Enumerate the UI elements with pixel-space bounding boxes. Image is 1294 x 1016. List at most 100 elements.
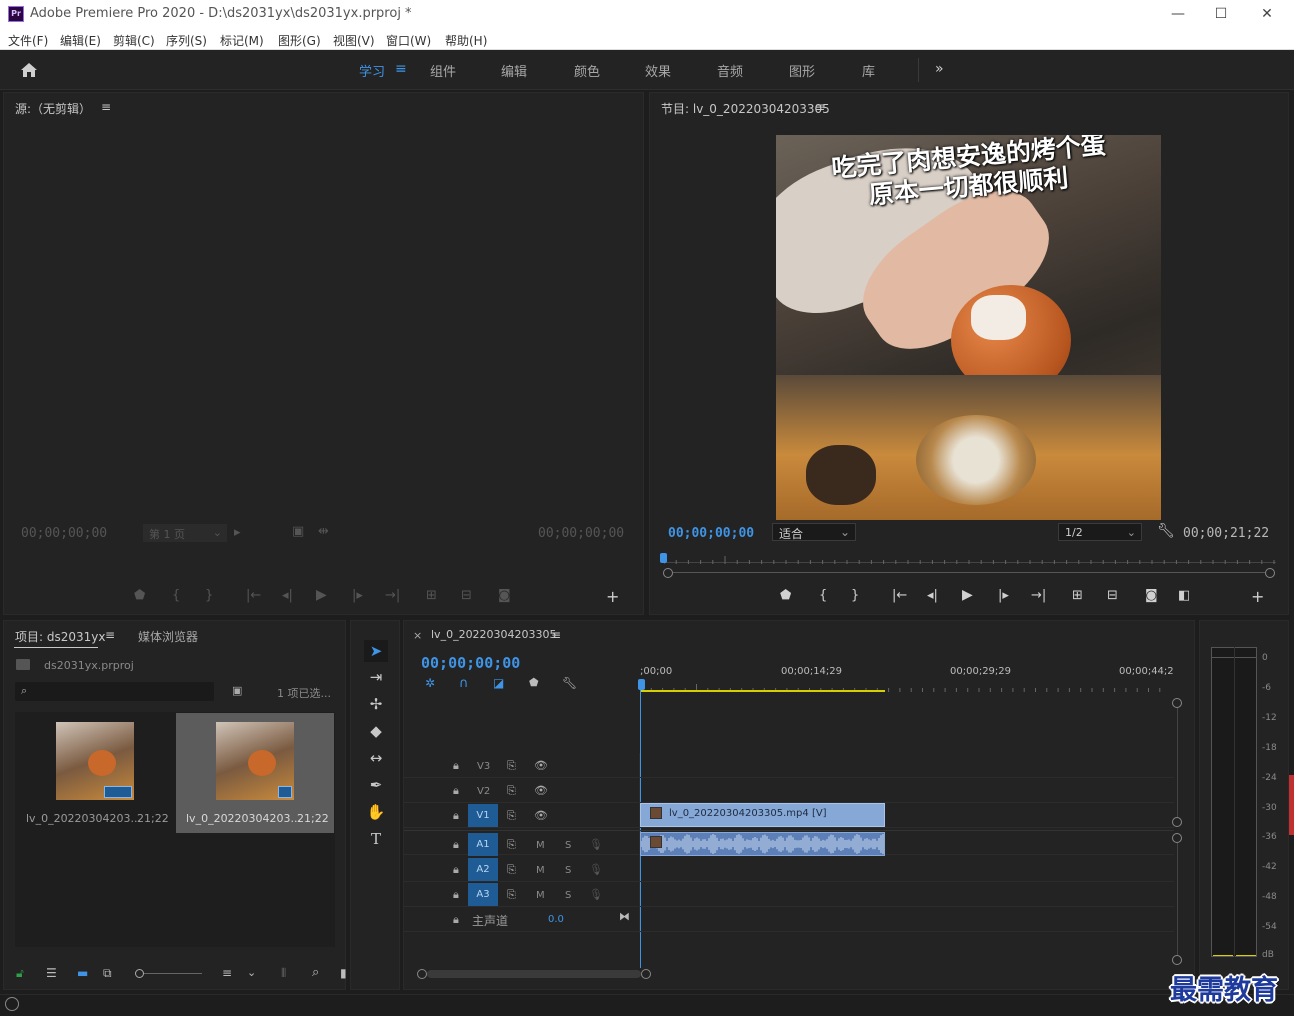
sync-lock-icon[interactable]: ⎘ xyxy=(507,888,516,902)
menu-sequence[interactable]: 序列(S) xyxy=(166,32,207,49)
mute-button[interactable]: M xyxy=(536,840,545,851)
menu-clip[interactable]: 剪辑(C) xyxy=(113,32,155,49)
mark-in-icon[interactable]: { xyxy=(172,588,180,603)
sync-lock-icon[interactable]: ⎘ xyxy=(507,838,516,852)
tab-project[interactable]: 项目: ds2031yx xyxy=(15,628,105,645)
workspace-graphics[interactable]: 图形 xyxy=(789,61,815,80)
project-item-name[interactable]: lv_0_20220304203... xyxy=(26,812,141,825)
automate-icon[interactable]: ⦀ xyxy=(281,966,286,981)
nest-icon[interactable]: ✲ xyxy=(425,676,435,690)
overwrite-icon[interactable]: ⊟ xyxy=(461,588,472,603)
solo-button[interactable]: S xyxy=(565,865,571,876)
sync-lock-icon[interactable]: ⎘ xyxy=(507,809,516,823)
workspace-libraries[interactable]: 库 xyxy=(862,61,875,80)
tab-media-browser[interactable]: 媒体浏览器 xyxy=(138,628,198,645)
step-back-icon[interactable]: ◂| xyxy=(927,588,938,603)
horizontal-scrollbar[interactable] xyxy=(427,970,641,978)
add-marker-icon[interactable]: ⬟ xyxy=(780,588,791,603)
source-timecode[interactable]: 00;00;00;00 xyxy=(21,526,107,541)
video-clip[interactable]: lv_0_20220304203305.mp4 [V] xyxy=(640,803,885,827)
timeline-playhead[interactable] xyxy=(638,679,645,690)
track-target-a1[interactable]: A1 xyxy=(468,833,498,856)
wrench-icon[interactable]: 🔧︎ xyxy=(562,676,577,690)
freeform-view-icon[interactable]: ⧉ xyxy=(103,966,112,981)
horizontal-scroll-handle-left[interactable] xyxy=(417,969,427,979)
vertical-scroll-handle-bottom[interactable] xyxy=(1172,817,1182,827)
source-panel-title[interactable]: 源:（无剪辑） xyxy=(15,100,91,117)
insert-small-icon[interactable]: ⇹ xyxy=(318,524,329,539)
ripple-edit-tool-icon[interactable]: ✢ xyxy=(364,693,388,715)
track-target-a2[interactable]: A2 xyxy=(468,858,498,881)
insert-icon[interactable]: ⊞ xyxy=(426,588,437,603)
list-view-icon[interactable]: ☰ xyxy=(46,966,57,980)
resolution-select[interactable]: 1/2 ⌄ xyxy=(1058,523,1142,541)
panel-menu-icon[interactable]: ≡ xyxy=(815,100,825,114)
eye-icon[interactable]: 👁︎ xyxy=(534,784,548,797)
go-to-in-icon[interactable]: |← xyxy=(246,588,261,603)
mark-out-icon[interactable]: } xyxy=(851,588,859,603)
vertical-scroll-handle-bottom[interactable] xyxy=(1172,955,1182,965)
zoom-slider[interactable] xyxy=(144,973,202,974)
go-to-out-icon[interactable]: →| xyxy=(1031,588,1046,603)
vertical-scrollbar-video[interactable] xyxy=(1177,708,1178,818)
camera-icon[interactable]: ◙ xyxy=(1145,588,1158,603)
go-to-next-edit-icon[interactable]: ⧓ xyxy=(619,910,630,923)
sync-lock-icon[interactable]: ⎘ xyxy=(507,784,516,798)
eye-icon[interactable]: 👁︎ xyxy=(534,809,548,822)
solo-button[interactable]: S xyxy=(565,890,571,901)
mark-out-icon[interactable]: } xyxy=(205,588,213,603)
menu-edit[interactable]: 编辑(E) xyxy=(60,32,101,49)
zoom-slider-handle[interactable] xyxy=(135,969,144,978)
solo-button[interactable]: S xyxy=(565,840,571,851)
vertical-scrollbar-audio[interactable] xyxy=(1177,843,1178,955)
workspace-color[interactable]: 颜色 xyxy=(574,61,600,80)
add-button-icon[interactable]: + xyxy=(606,587,619,606)
track-target-a3[interactable]: A3 xyxy=(468,883,498,906)
step-back-icon[interactable]: ◂| xyxy=(282,588,293,603)
minimize-button[interactable]: — xyxy=(1164,4,1192,24)
linked-selection-icon[interactable]: ◪ xyxy=(493,676,504,690)
sort-icon[interactable]: ≡ xyxy=(222,966,232,980)
wrench-icon[interactable]: 🔧︎ xyxy=(1157,523,1175,539)
home-icon[interactable] xyxy=(20,62,38,78)
play-icon[interactable]: ▶ xyxy=(316,587,327,603)
horizontal-scroll-handle-right[interactable] xyxy=(641,969,651,979)
slip-tool-icon[interactable]: ↔ xyxy=(364,747,388,769)
panel-menu-icon[interactable]: ≡ xyxy=(551,628,561,642)
creative-cloud-icon[interactable] xyxy=(5,997,19,1011)
pen-tool-icon[interactable]: ✒ xyxy=(364,774,388,796)
lock-track-icon[interactable]: 🔒︎ xyxy=(453,863,459,877)
work-area-bar[interactable] xyxy=(640,690,885,692)
lock-track-icon[interactable]: 🔒︎ xyxy=(453,809,459,823)
lift-icon[interactable]: ⊞ xyxy=(1072,588,1083,603)
master-volume-value[interactable]: 0.0 xyxy=(548,914,564,925)
workspace-effects[interactable]: 效果 xyxy=(645,61,671,80)
zoom-bar[interactable] xyxy=(673,572,1265,573)
panel-menu-icon[interactable]: ≡ xyxy=(105,628,115,642)
sequence-tab[interactable]: lv_0_20220304203305 xyxy=(431,628,557,641)
program-playhead[interactable] xyxy=(660,553,667,563)
new-bin-icon[interactable]: ▮ xyxy=(340,966,347,980)
menu-window[interactable]: 窗口(W) xyxy=(386,32,431,49)
extract-icon[interactable]: ⊟ xyxy=(1107,588,1118,603)
eye-icon[interactable]: 👁︎ xyxy=(534,759,548,772)
sync-lock-icon[interactable]: ⎘ xyxy=(507,759,516,773)
workspace-more-icon[interactable]: » xyxy=(935,61,944,77)
zoom-fit-select[interactable]: 适合 ⌄ xyxy=(772,523,856,541)
workspace-audio[interactable]: 音频 xyxy=(717,61,743,80)
menu-help[interactable]: 帮助(H) xyxy=(445,32,487,49)
workspace-menu-icon[interactable]: ≡ xyxy=(395,61,407,77)
find-icon[interactable]: ⌕ xyxy=(312,965,319,980)
hand-tool-icon[interactable]: ✋ xyxy=(364,801,388,823)
mute-button[interactable]: M xyxy=(536,890,545,901)
razor-tool-icon[interactable]: ◆ xyxy=(364,720,388,742)
source-page-select[interactable]: 第 1 页 ⌄ xyxy=(143,524,227,542)
add-marker-icon[interactable]: ⬟ xyxy=(134,588,145,603)
track-target-v1[interactable]: V1 xyxy=(468,804,498,827)
selection-tool-icon[interactable]: ➤ xyxy=(364,640,388,662)
microphone-icon[interactable]: 🎙︎ xyxy=(589,838,603,851)
track-select-tool-icon[interactable]: ⇥ xyxy=(364,666,388,688)
project-item-thumbnail[interactable] xyxy=(56,722,134,800)
type-tool-icon[interactable]: T xyxy=(364,828,388,850)
play-icon[interactable]: ▶ xyxy=(962,587,973,603)
